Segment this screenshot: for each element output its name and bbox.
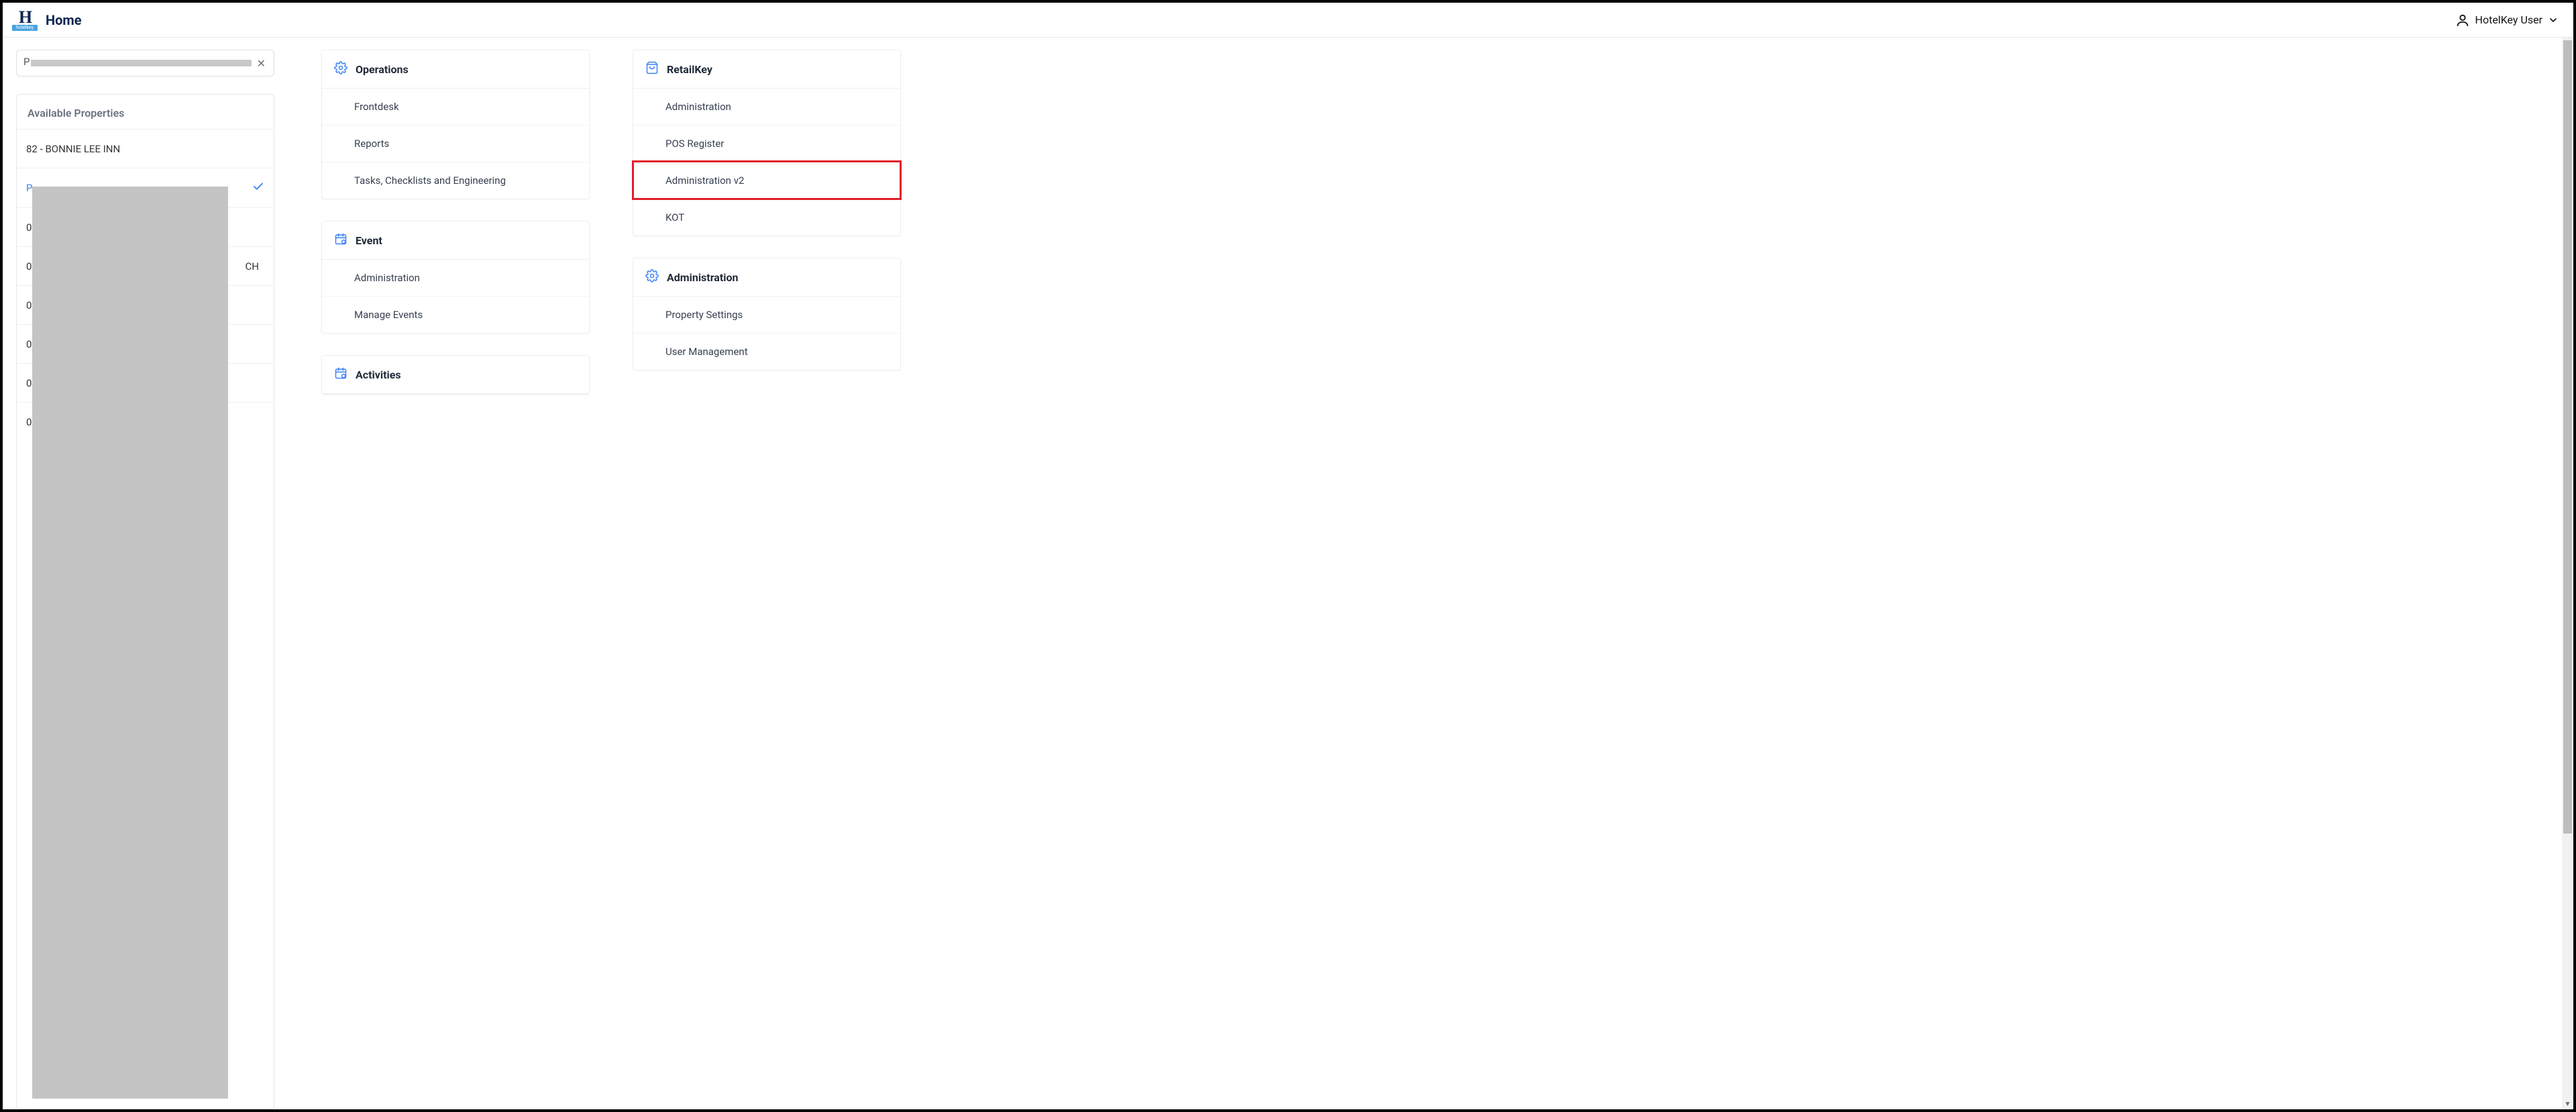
card-header: Administration <box>633 258 900 297</box>
property-label: 0 <box>26 338 32 350</box>
card-title: Administration <box>667 271 739 284</box>
card-header: Operations <box>322 50 589 89</box>
property-list-item[interactable]: 82 - BONNIE LEE INN <box>17 129 274 168</box>
calendar-icon <box>334 232 347 248</box>
main-columns: Operations FrontdeskReportsTasks, Checkli… <box>281 38 2562 1109</box>
card-header: Event <box>322 221 589 260</box>
card-title: Operations <box>356 63 409 76</box>
user-name: HotelKey User <box>2475 13 2542 26</box>
card-item[interactable]: User Management <box>633 333 900 370</box>
card-item[interactable]: Administration v2 <box>633 162 900 199</box>
operations-icon <box>334 61 347 77</box>
property-label: 0 <box>26 377 32 389</box>
check-icon <box>252 181 264 195</box>
card-item[interactable]: Frontdesk <box>322 89 589 125</box>
user-icon <box>2455 13 2470 28</box>
operations-icon <box>645 269 659 285</box>
property-label: 0 <box>26 221 32 234</box>
card-title: Event <box>356 234 382 247</box>
page-scrollbar[interactable]: ▼ <box>2562 38 2573 1109</box>
page-title: Home <box>46 12 82 28</box>
scrollbar-thumb[interactable] <box>2563 40 2572 833</box>
user-menu[interactable]: HotelKey User <box>2455 13 2559 28</box>
card-title: Activities <box>356 368 401 381</box>
property-trail: CH <box>246 260 259 272</box>
module-card: RetailKey AdministrationPOS RegisterAdmin… <box>633 50 901 236</box>
available-properties-title: Available Properties <box>17 95 274 129</box>
card-item[interactable]: Administration <box>633 89 900 125</box>
card-item[interactable]: Property Settings <box>633 297 900 333</box>
retail-icon <box>645 61 659 77</box>
card-header: Activities <box>322 356 589 394</box>
card-item[interactable]: Tasks, Checklists and Engineering <box>322 162 589 199</box>
card-item[interactable]: Administration <box>322 260 589 296</box>
chevron-down-icon <box>2548 15 2559 26</box>
module-column: Operations FrontdeskReportsTasks, Checkli… <box>321 50 590 1109</box>
scrollbar-down-arrow[interactable]: ▼ <box>2562 1101 2573 1108</box>
property-label: 0 <box>26 299 32 311</box>
redaction-overlay <box>32 187 228 1099</box>
search-input-redacted[interactable] <box>25 60 252 66</box>
logo-tag: hotelkey <box>12 25 38 31</box>
module-column: RetailKeyAdministrationPOS RegisterAdmin… <box>633 50 901 1109</box>
topbar-left: H hotelkey Home <box>12 9 82 31</box>
module-card: Operations FrontdeskReportsTasks, Checkli… <box>321 50 590 199</box>
topbar: H hotelkey Home HotelKey User <box>3 3 2573 38</box>
property-label: 82 - BONNIE LEE INN <box>26 143 120 155</box>
property-search[interactable]: ✕ <box>16 50 274 77</box>
clear-search-icon[interactable]: ✕ <box>257 57 266 70</box>
card-title: RetailKey <box>667 63 712 76</box>
module-card: Event AdministrationManage Events <box>321 221 590 334</box>
card-item[interactable]: Reports <box>322 125 589 162</box>
card-item[interactable]: KOT <box>633 199 900 236</box>
logo-letter: H <box>19 9 31 26</box>
card-item[interactable]: Manage Events <box>322 296 589 333</box>
calendar-icon <box>334 366 347 383</box>
logo: H hotelkey <box>12 9 38 31</box>
card-header: RetailKey <box>633 50 900 89</box>
property-label: 0 <box>26 260 32 272</box>
module-card: Administration Property SettingsUser Mana… <box>633 258 901 370</box>
card-item[interactable]: POS Register <box>633 125 900 162</box>
module-card: Activities <box>321 355 590 395</box>
